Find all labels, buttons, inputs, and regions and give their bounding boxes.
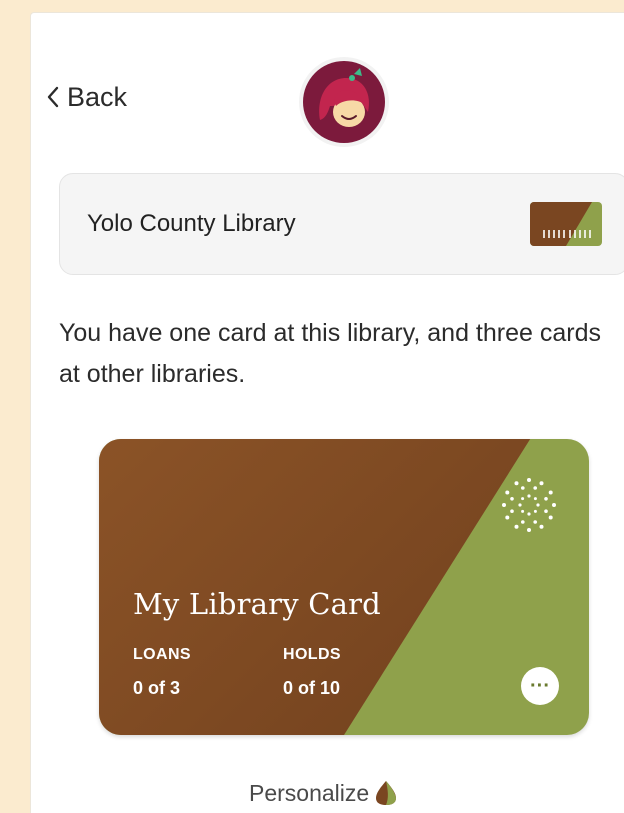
more-options-button[interactable]: ···: [521, 667, 559, 705]
personalize-button[interactable]: Personalize: [249, 777, 397, 809]
loans-label: LOANS: [133, 646, 191, 663]
personalize-label: Personalize: [249, 779, 370, 806]
library-name: Yolo County Library: [87, 210, 296, 237]
chevron-left-icon: [47, 86, 59, 108]
holds-stat: HOLDS 0 of 10: [283, 646, 341, 699]
loans-stat: LOANS 0 of 3: [133, 646, 191, 699]
starburst-icon: [502, 478, 556, 532]
card-count-message: You have one card at this library, and t…: [59, 319, 601, 388]
back-button[interactable]: Back: [45, 79, 127, 115]
holds-value: 0 of 10: [283, 678, 341, 698]
back-label: Back: [67, 81, 128, 112]
library-card-thumbnail-icon: [530, 202, 602, 246]
library-selector[interactable]: Yolo County Library: [59, 173, 624, 275]
libby-logo-icon: [299, 57, 389, 147]
loans-value: 0 of 3: [133, 678, 181, 698]
card-title: My Library Card: [133, 587, 381, 621]
leaf-icon: [376, 781, 397, 805]
holds-label: HOLDS: [283, 646, 341, 663]
library-card[interactable]: My Library Card LOANS 0 of 3 HOLDS 0 of …: [99, 439, 589, 735]
app-panel: Back Yolo County Library You have one ca…: [30, 12, 624, 813]
